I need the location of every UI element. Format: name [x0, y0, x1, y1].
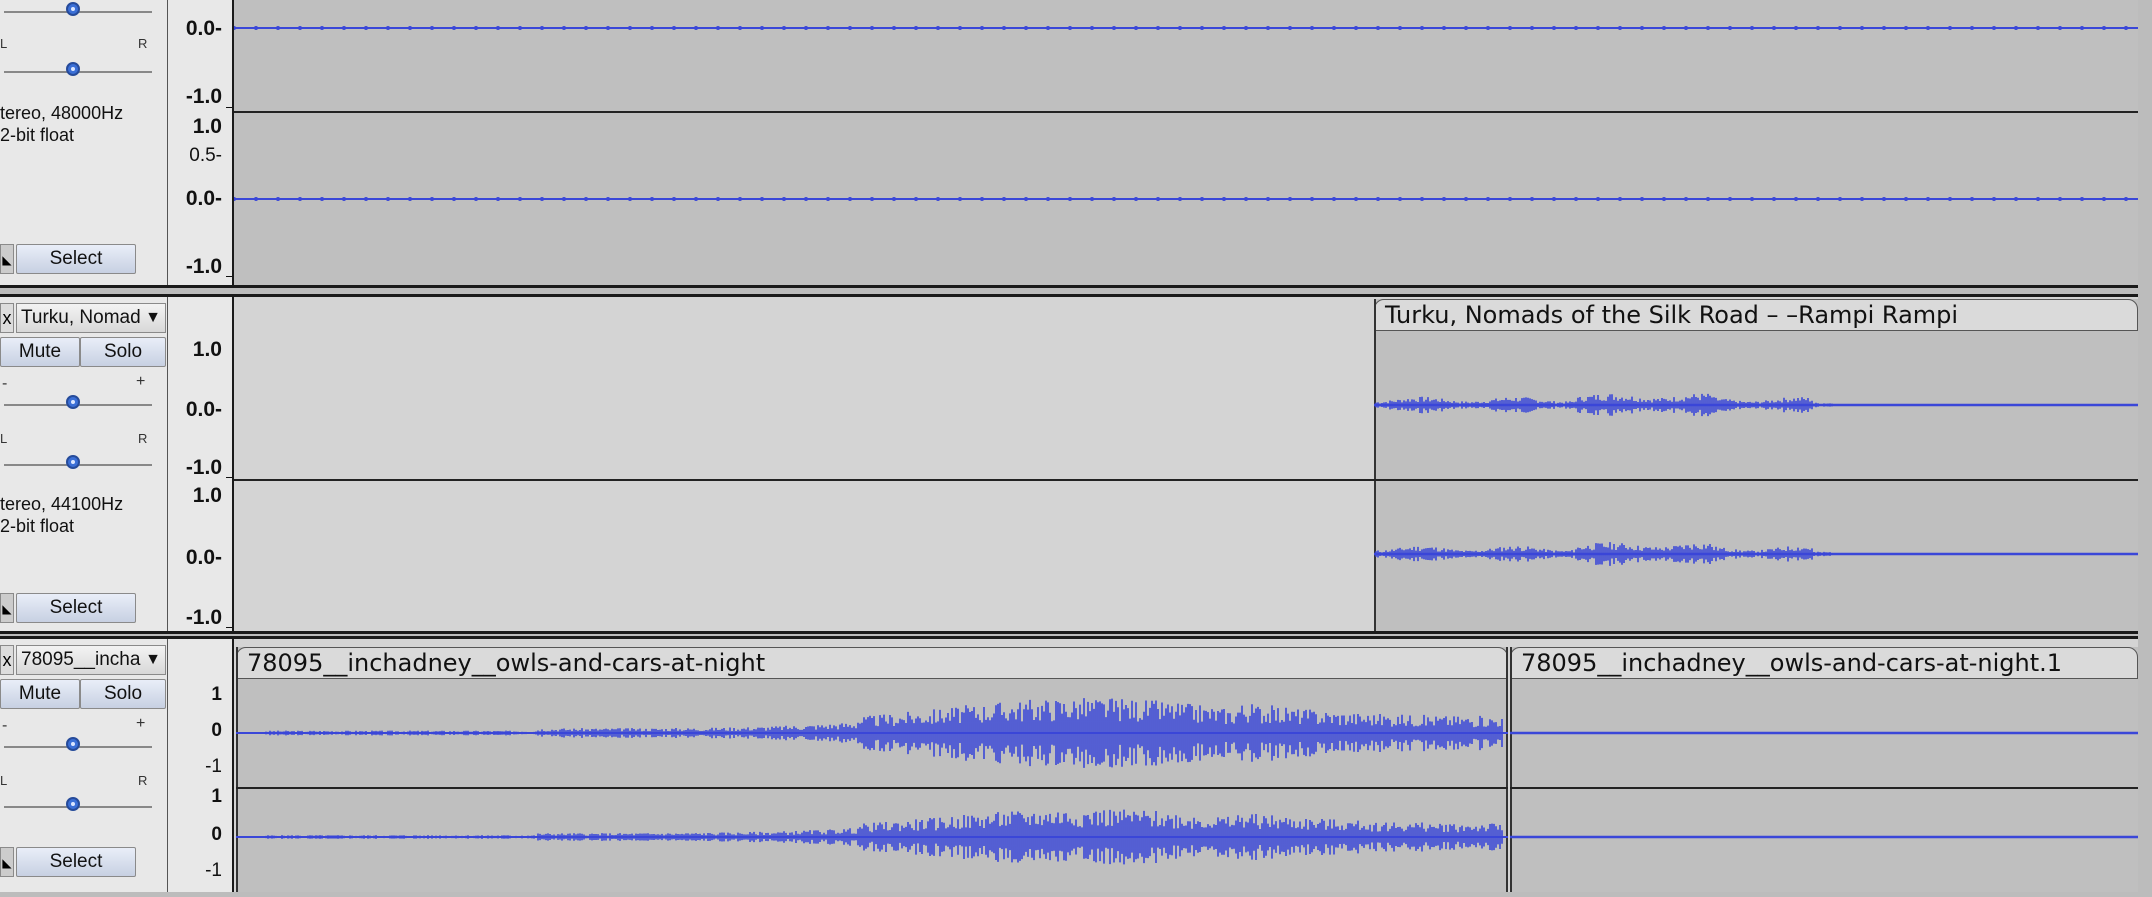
audio-clip[interactable]: 78095__inchadney__owls-and-cars-at-night… [1510, 647, 2138, 892]
ruler-label: 0 [211, 720, 222, 741]
ruler-label: -1.0 [185, 85, 222, 108]
pan-slider-knob[interactable] [66, 455, 80, 469]
gain-slider-knob[interactable] [66, 395, 80, 409]
track-rate-text: tereo, 44100Hz [0, 494, 124, 514]
audio-track-2: x Turku, Nomad ▼ Mute Solo - + L R tereo… [0, 294, 2138, 634]
vertical-ruler: 1.0 0.0- -1.0 1.0 0.0- -1.0 [168, 297, 234, 631]
track-1-waveform [234, 26, 2138, 201]
track-name-menu[interactable]: 78095__incha ▼ [16, 645, 166, 675]
clip-waveform [1510, 731, 2138, 839]
audio-track-1: L R tereo, 48000Hz 2-bit float ◣ Select … [0, 0, 2138, 288]
ruler-label: 1.0 [192, 484, 222, 507]
gain-slider-knob[interactable] [66, 737, 80, 751]
track-bitdepth-text: 2-bit float [0, 516, 75, 536]
ruler-label: 0.0- [185, 546, 222, 569]
pan-left-label: L [0, 431, 8, 446]
mute-button[interactable]: Mute [0, 679, 80, 709]
audio-clip[interactable]: Turku, Nomads of the Silk Road – –Rampi … [1374, 299, 2138, 631]
track-2-control-panel: x Turku, Nomad ▼ Mute Solo - + L R tereo… [0, 297, 168, 631]
vertical-ruler: 0.0- -1.0 1.0 0.5- 0.0- -1.0 [168, 0, 234, 285]
ruler-label: 0.0- [185, 187, 222, 210]
audio-clip[interactable]: 78095__inchadney__owls-and-cars-at-night [236, 647, 1508, 892]
gain-minus-label: - [2, 717, 8, 734]
gain-slider[interactable] [0, 735, 152, 755]
ruler-label: -1.0 [185, 606, 222, 629]
collapse-arrow-icon[interactable]: ◣ [0, 244, 14, 274]
mute-button[interactable]: Mute [0, 337, 80, 367]
track-name-text: Turku, Nomad [21, 307, 141, 328]
track-name-menu[interactable]: Turku, Nomad ▼ [16, 303, 166, 333]
close-icon[interactable]: x [0, 645, 14, 675]
pan-right-label: R [138, 773, 148, 788]
ruler-label: -1 [205, 756, 222, 777]
triangle-down-icon: ▼ [145, 309, 161, 326]
ruler-label: 0.0- [185, 398, 222, 421]
close-icon[interactable]: x [0, 303, 14, 333]
pan-left-label: L [0, 773, 8, 788]
channel-divider [234, 479, 1374, 481]
track-format-info: tereo, 44100Hz 2-bit float [0, 493, 123, 537]
pan-right-label: R [138, 431, 148, 446]
track-3-control-panel: x 78095__incha ▼ Mute Solo - + L R ◣ Sel… [0, 639, 168, 892]
pan-left-label: L [0, 36, 8, 51]
vertical-ruler: 1 0 -1 1 0 -1 [168, 639, 234, 892]
gain-slider[interactable] [0, 0, 152, 20]
solo-button[interactable]: Solo [80, 679, 166, 709]
track-1-waveform-lane[interactable] [234, 0, 2138, 285]
ruler-label: 1.0 [192, 338, 222, 361]
clip-waveform [1374, 393, 2138, 566]
ruler-label: 1 [211, 786, 222, 807]
ruler-label: 0.0- [185, 17, 222, 40]
gain-plus-label: + [136, 373, 146, 390]
select-button[interactable]: Select [16, 593, 136, 623]
gain-minus-label: - [2, 375, 8, 392]
ruler-label: 1 [211, 684, 222, 705]
triangle-down-icon: ▼ [145, 651, 161, 668]
pan-slider[interactable] [0, 60, 152, 80]
select-button[interactable]: Select [16, 847, 136, 877]
clip-waveform [236, 698, 1508, 865]
track-rate-text: tereo, 48000Hz [0, 103, 124, 123]
pan-slider-knob[interactable] [66, 62, 80, 76]
select-button[interactable]: Select [16, 244, 136, 274]
pan-slider[interactable] [0, 795, 152, 815]
ruler-label: -1 [205, 860, 222, 881]
pan-slider[interactable] [0, 453, 152, 473]
ruler-label: 0.5- [189, 145, 222, 166]
pan-right-label: R [138, 36, 148, 51]
solo-button[interactable]: Solo [80, 337, 166, 367]
track-1-control-panel: L R tereo, 48000Hz 2-bit float ◣ Select [0, 0, 168, 285]
ruler-label: 1.0 [192, 115, 222, 138]
collapse-arrow-icon[interactable]: ◣ [0, 593, 14, 623]
ruler-label: 0 [211, 824, 222, 845]
pan-slider-knob[interactable] [66, 797, 80, 811]
track-bitdepth-text: 2-bit float [0, 125, 75, 145]
ruler-label: -1.0 [185, 255, 222, 278]
track-3-waveform-lane[interactable]: 78095__inchadney__owls-and-cars-at-night… [234, 639, 2138, 892]
track-2-waveform-lane[interactable]: Turku, Nomads of the Silk Road – –Rampi … [234, 297, 2138, 631]
track-name-text: 78095__incha [21, 649, 141, 670]
collapse-arrow-icon[interactable]: ◣ [0, 847, 14, 877]
gain-plus-label: + [136, 715, 146, 732]
ruler-label: -1.0 [185, 456, 222, 479]
audio-track-3: x 78095__incha ▼ Mute Solo - + L R ◣ Sel… [0, 636, 2138, 892]
track-format-info: tereo, 48000Hz 2-bit float [0, 102, 123, 146]
gain-slider[interactable] [0, 393, 152, 413]
right-scroll-edge [2138, 0, 2152, 892]
gain-slider-knob[interactable] [66, 2, 80, 16]
